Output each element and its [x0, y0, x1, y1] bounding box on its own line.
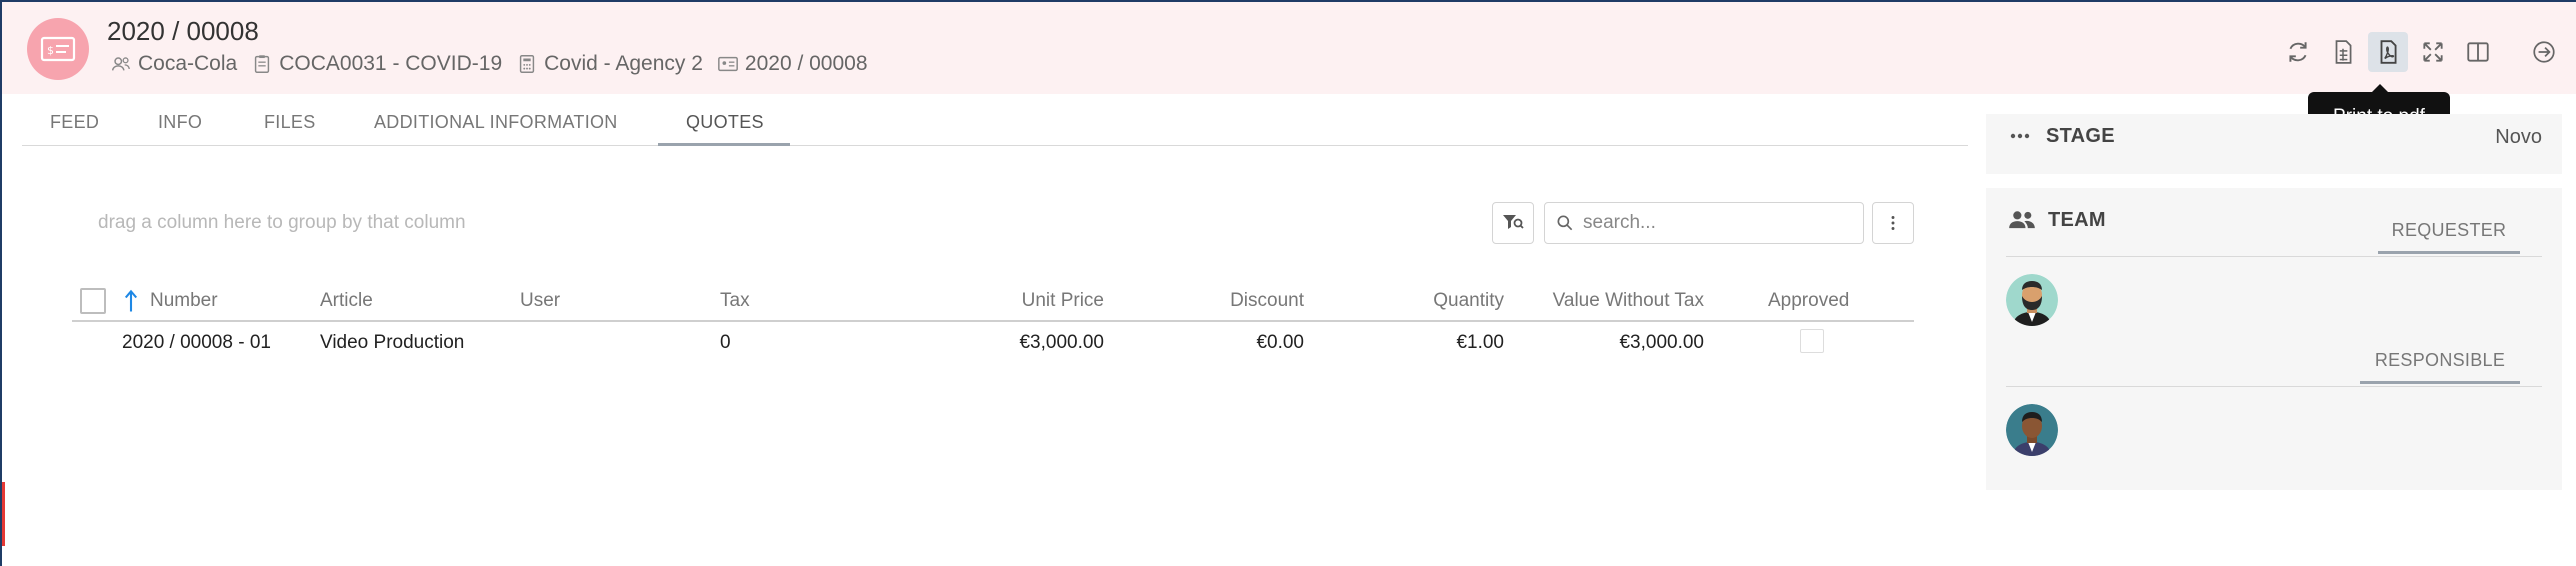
- id-card-icon: [718, 56, 738, 72]
- column-approved[interactable]: Approved: [1768, 280, 1849, 322]
- users-icon: [112, 57, 130, 71]
- columns-icon: [2467, 42, 2489, 62]
- filter-search-icon: [1503, 215, 1524, 229]
- responsible-label[interactable]: RESPONSIBLE: [2360, 350, 2520, 384]
- requester-divider: [2006, 256, 2542, 257]
- column-number[interactable]: Number: [150, 280, 218, 322]
- cell-number: 2020 / 00008 - 01: [122, 332, 271, 353]
- refresh-icon: [2289, 42, 2307, 62]
- stage-value[interactable]: Novo: [2495, 126, 2542, 149]
- exit-button[interactable]: [2524, 32, 2564, 72]
- table-row[interactable]: 2020 / 00008 - 01 Video Production 0 €3,…: [72, 322, 1914, 366]
- meta-agency: Covid - Agency 2: [516, 52, 703, 76]
- search-icon: [1557, 215, 1573, 231]
- select-all-checkbox[interactable]: [80, 288, 106, 314]
- cell-unit-price: €3,000.00: [1019, 332, 1104, 353]
- responsible-divider: [2006, 386, 2542, 387]
- select-all-checkbox-cell: [80, 280, 106, 322]
- meta-project: COCA0031 - COVID-19: [251, 52, 502, 76]
- requester-avatar[interactable]: [2006, 274, 2058, 326]
- split-view-button[interactable]: [2458, 32, 2498, 72]
- responsible-avatar[interactable]: [2006, 404, 2058, 456]
- column-unit-price[interactable]: Unit Price: [880, 280, 1104, 322]
- filter-button[interactable]: [1492, 202, 1534, 244]
- expand-icon: [2423, 42, 2443, 62]
- sort-arrow-icon[interactable]: [124, 280, 138, 322]
- column-discount[interactable]: Discount: [1104, 280, 1304, 322]
- column-user[interactable]: User: [520, 280, 560, 322]
- stage-section: STAGE: [2008, 124, 2115, 148]
- side-panel: [1986, 114, 2562, 490]
- requester-label[interactable]: REQUESTER: [2378, 220, 2520, 254]
- column-tax[interactable]: Tax: [720, 280, 750, 322]
- tab-feed[interactable]: FEED: [22, 102, 127, 146]
- print-pdf-button[interactable]: [2368, 32, 2408, 72]
- cell-value-without-tax: €3,000.00: [1619, 332, 1704, 353]
- team-icon: [2009, 211, 2035, 229]
- approved-checkbox[interactable]: [1800, 329, 1824, 353]
- refresh-button[interactable]: [2278, 32, 2318, 72]
- meta-client-text: Coca-Cola: [138, 52, 238, 75]
- meta-client: Coca-Cola: [110, 52, 237, 76]
- cell-article: Video Production: [320, 332, 465, 353]
- page-title: 2020 / 00008: [107, 16, 259, 46]
- document-button[interactable]: [2323, 32, 2363, 72]
- edge-marker: [2, 482, 5, 546]
- column-article[interactable]: Article: [320, 280, 373, 322]
- tab-files[interactable]: FILES: [236, 102, 344, 146]
- cell-discount: €0.00: [1256, 332, 1304, 353]
- tab-info[interactable]: INFO: [130, 102, 230, 146]
- svg-text:$: $: [47, 44, 54, 57]
- search-box[interactable]: [1544, 202, 1864, 244]
- column-value-without-tax[interactable]: Value Without Tax: [1504, 280, 1704, 322]
- table-header: Number Article User Tax Unit Price Disco…: [72, 280, 1914, 322]
- tab-bar: FEED INFO FILES ADDITIONAL INFORMATION Q…: [22, 102, 1968, 146]
- quotes-table: Number Article User Tax Unit Price Disco…: [72, 280, 1914, 366]
- tab-quotes[interactable]: QUOTES: [658, 102, 790, 146]
- cell-quantity: €1.00: [1456, 332, 1504, 353]
- header-meta: Coca-Cola COCA0031 - COVID-19 Covid - Ag…: [110, 52, 868, 76]
- meta-agency-text: Covid - Agency 2: [544, 52, 703, 75]
- tab-additional-information[interactable]: ADDITIONAL INFORMATION: [346, 102, 646, 146]
- stage-heading: STAGE: [2046, 124, 2115, 147]
- quote-icon: $: [27, 18, 89, 80]
- calculator-icon: [519, 55, 535, 73]
- cell-approved: [1800, 320, 1824, 362]
- vertical-dots-icon: [1891, 216, 1895, 230]
- cell-tax: 0: [720, 332, 731, 353]
- meta-reference-text: 2020 / 00008: [744, 52, 868, 75]
- panel-divider: [1986, 174, 2562, 188]
- group-by-hint: drag a column here to group by that colu…: [98, 212, 466, 233]
- search-input[interactable]: [1583, 212, 1853, 234]
- page-header: $ 2020 / 00008 Coca-Cola COCA0031 - COVI…: [2, 2, 2576, 94]
- ellipsis-icon: [2010, 133, 2030, 139]
- spreadsheet-icon: [2335, 40, 2352, 64]
- pdf-icon: [2380, 40, 2397, 64]
- clipboard-icon: [255, 55, 270, 73]
- team-section: TEAM: [2008, 206, 2106, 234]
- column-quantity[interactable]: Quantity: [1304, 280, 1504, 322]
- meta-reference: 2020 / 00008: [717, 52, 868, 76]
- expand-button[interactable]: [2413, 32, 2453, 72]
- team-heading: TEAM: [2048, 208, 2106, 231]
- meta-project-text: COCA0031 - COVID-19: [279, 52, 503, 75]
- header-toolbar: [2278, 32, 2576, 72]
- arrow-circle-right-icon: [2533, 41, 2555, 63]
- more-options-button[interactable]: [1872, 202, 1914, 244]
